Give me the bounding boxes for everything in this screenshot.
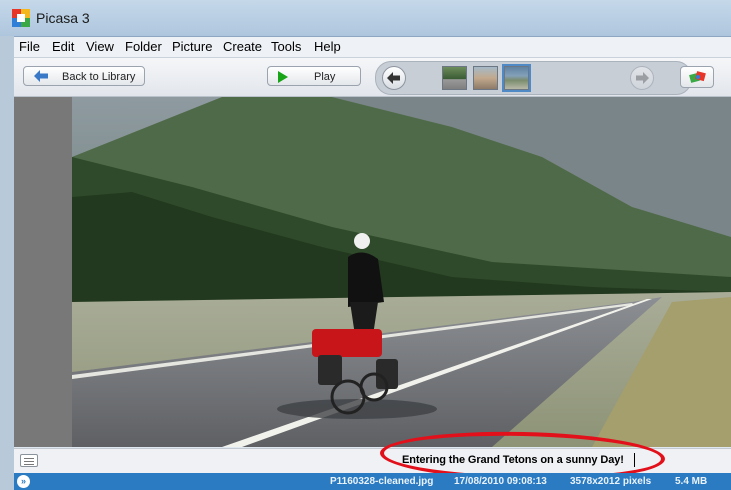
left-window-edge: [0, 36, 14, 490]
filmstrip-thumbnail-1[interactable]: [442, 66, 467, 90]
previous-photo-button[interactable]: [382, 66, 406, 90]
back-to-library-label: Back to Library: [62, 71, 136, 83]
photo-viewer-image[interactable]: [72, 97, 731, 447]
caption-icon[interactable]: [20, 454, 38, 467]
back-to-library-button[interactable]: Back to Library: [23, 66, 145, 86]
share-icon: [689, 71, 706, 83]
menu-help[interactable]: Help: [314, 39, 341, 54]
play-label: Play: [314, 71, 336, 83]
status-bar: » P1160328-cleaned.jpg 17/08/2010 09:08:…: [14, 473, 731, 490]
play-icon: [278, 71, 288, 83]
filmstrip-thumbnail-3-selected[interactable]: [502, 64, 531, 92]
arrow-left-icon: [34, 70, 48, 82]
filmstrip: [375, 61, 692, 95]
viewer-left-margin: [14, 97, 72, 447]
menu-view[interactable]: View: [86, 39, 114, 54]
status-file-size: 5.4 MB: [675, 476, 708, 487]
title-bar: Picasa 3: [0, 0, 731, 37]
picasa-logo-icon: [12, 9, 30, 27]
menu-file[interactable]: File: [19, 39, 40, 54]
caption-input[interactable]: Entering the Grand Tetons on a sunny Day…: [402, 454, 624, 466]
window-title: Picasa 3: [36, 10, 90, 26]
next-arrow-icon: [636, 72, 649, 84]
filmstrip-thumbnail-2[interactable]: [473, 66, 498, 90]
status-date: 17/08/2010 09:08:13: [454, 476, 547, 487]
menu-bar: File Edit View Folder Picture Create Too…: [14, 37, 731, 58]
status-filename: P1160328-cleaned.jpg: [330, 476, 434, 487]
status-dimensions: 3578x2012 pixels: [570, 476, 652, 487]
picasa-window: Picasa 3 File Edit View Folder Picture C…: [0, 0, 731, 490]
caption-bar: Entering the Grand Tetons on a sunny Day…: [14, 448, 731, 473]
menu-picture[interactable]: Picture: [172, 39, 212, 54]
menu-folder[interactable]: Folder: [125, 39, 162, 54]
menu-create[interactable]: Create: [223, 39, 262, 54]
menu-tools[interactable]: Tools: [271, 39, 301, 54]
toolbar: Back to Library Play: [14, 58, 731, 97]
previous-arrow-icon: [387, 72, 400, 84]
menu-edit[interactable]: Edit: [52, 39, 74, 54]
text-cursor: [634, 453, 635, 467]
next-photo-button[interactable]: [630, 66, 654, 90]
share-button[interactable]: [680, 66, 714, 88]
play-button[interactable]: Play: [267, 66, 361, 86]
grand-tetons-cyclist-photo: [72, 97, 731, 447]
expand-icon[interactable]: »: [17, 475, 30, 488]
